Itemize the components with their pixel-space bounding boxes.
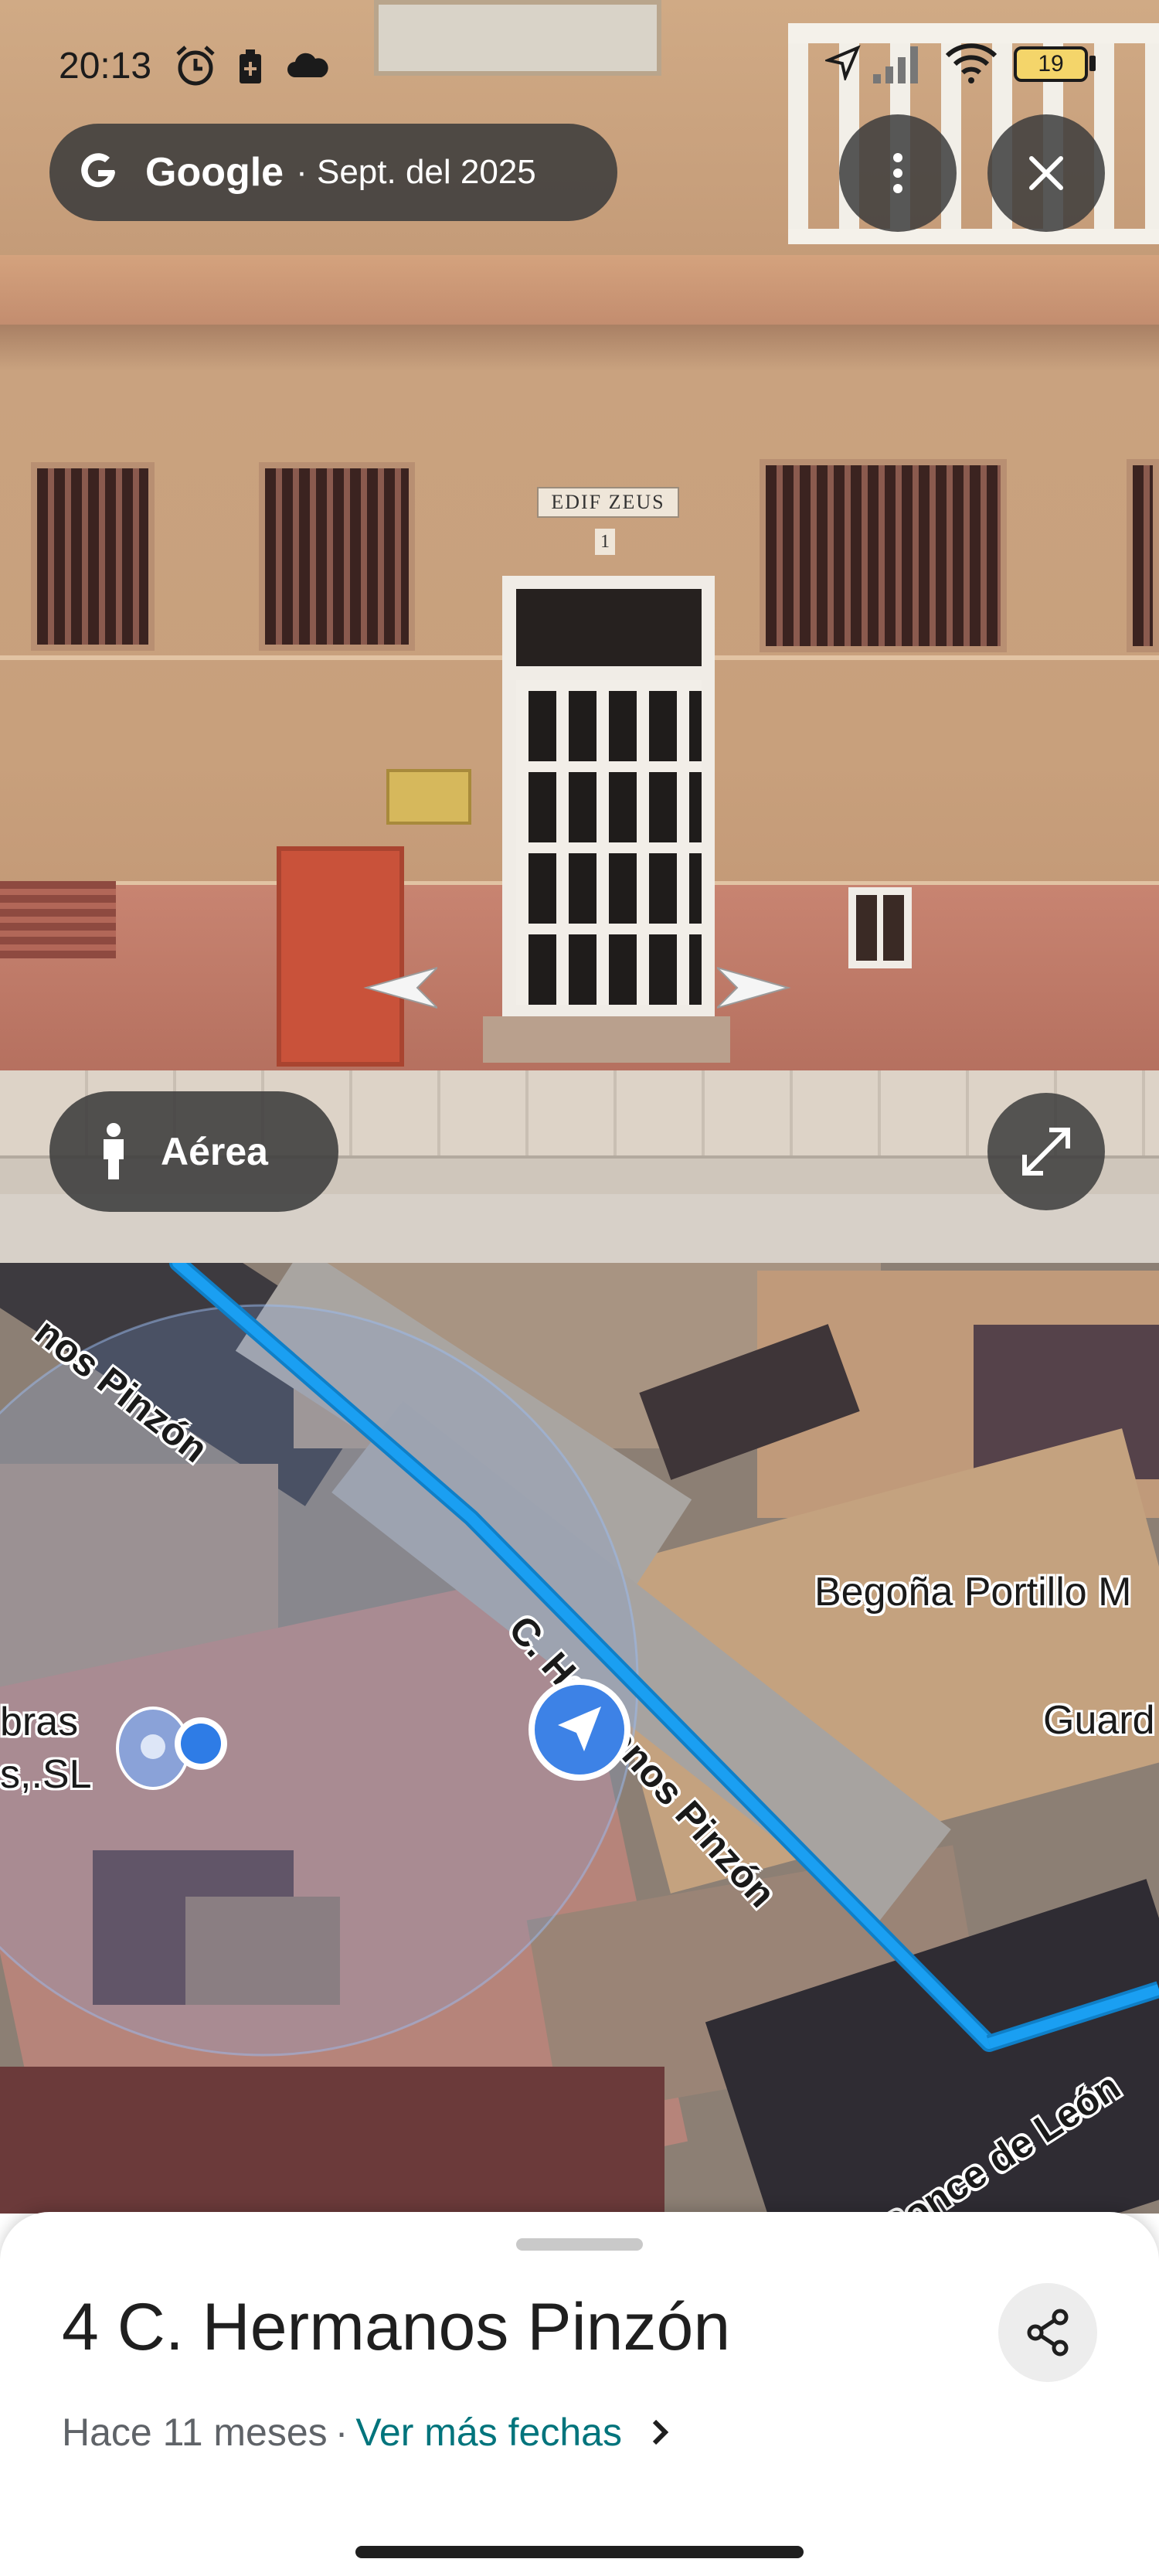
alarm-icon	[176, 46, 215, 86]
share-icon	[1027, 2309, 1069, 2357]
fullscreen-button[interactable]	[987, 1093, 1105, 1210]
chevron-right-icon[interactable]	[650, 2417, 671, 2448]
street-view-position-icon	[529, 1679, 630, 1781]
door-transom	[516, 589, 702, 666]
building-name-plate: EDIF ZEUS	[537, 487, 679, 518]
place-bottom-sheet[interactable]: 4 C. Hermanos Pinzón Hace 11 meses · Ver…	[0, 2212, 1159, 2576]
imagery-attribution[interactable]: Google · Sept. del 2025	[49, 124, 617, 221]
battery-saver-icon	[240, 49, 261, 83]
cloud-icon	[287, 53, 328, 77]
location-arrow-icon	[825, 45, 861, 80]
battery-tip	[1089, 56, 1096, 71]
barred-window	[1127, 459, 1159, 652]
barred-window	[259, 462, 415, 651]
attribution-brand: Google	[145, 150, 284, 195]
close-button[interactable]	[987, 114, 1105, 232]
place-label[interactable]: Guard	[1043, 1697, 1155, 1744]
more-vert-icon	[893, 153, 902, 193]
wifi-icon	[945, 43, 998, 83]
wall-vent	[0, 881, 116, 958]
imagery-age: Hace 11 meses	[62, 2411, 328, 2454]
see-more-dates-link[interactable]: Ver más fechas	[355, 2410, 622, 2455]
pegman-icon	[104, 1123, 124, 1179]
aerial-view-button[interactable]: Aérea	[49, 1091, 338, 1212]
signal-icon	[873, 46, 918, 83]
aerial-map[interactable]: nos Pinzón C. Hermanos Pinzón Ponce de L…	[0, 1263, 1159, 2214]
cornice-shadow	[0, 325, 1159, 371]
sheet-drag-handle[interactable]	[516, 2238, 643, 2251]
place-title: 4 C. Hermanos Pinzón	[62, 2290, 731, 2364]
building-cornice	[0, 255, 1159, 325]
battery-level: 19	[1038, 51, 1064, 77]
barred-window	[760, 459, 1007, 652]
place-label[interactable]: Begoña Portillo M	[814, 1569, 1131, 1615]
upper-window	[374, 0, 661, 76]
street-view-panorama[interactable]: EDIF ZEUS 1 20:13 19 Google · Sept. del …	[0, 0, 1159, 1263]
arrow-left-icon[interactable]	[363, 965, 437, 1011]
arrow-right-icon[interactable]	[717, 965, 791, 1011]
attribution-date: · Sept. del 2025	[296, 153, 536, 191]
utility-cabinet	[277, 846, 404, 1067]
place-pin-icon[interactable]	[108, 1700, 232, 1793]
more-options-button[interactable]	[839, 114, 957, 232]
entrance-door	[516, 680, 702, 1005]
status-time: 20:13	[59, 46, 152, 87]
fullscreen-icon	[1022, 1128, 1070, 1176]
barred-window	[31, 462, 155, 651]
place-label[interactable]: bras	[0, 1699, 78, 1745]
door-step	[483, 1016, 730, 1063]
battery-icon: 19	[1014, 46, 1088, 82]
aerial-button-label: Aérea	[161, 1130, 268, 1173]
meta-separator: ·	[335, 2411, 348, 2454]
close-icon	[1029, 156, 1063, 190]
small-window	[848, 887, 912, 968]
place-label[interactable]: s,.SL	[0, 1751, 92, 1798]
system-gesture-bar[interactable]	[355, 2546, 804, 2558]
building-number-plate: 1	[595, 529, 615, 555]
mailbox	[386, 769, 471, 825]
imagery-date-row: Hace 11 meses · Ver más fechas	[62, 2410, 671, 2455]
google-g-icon	[81, 153, 115, 188]
share-button[interactable]	[998, 2283, 1097, 2382]
